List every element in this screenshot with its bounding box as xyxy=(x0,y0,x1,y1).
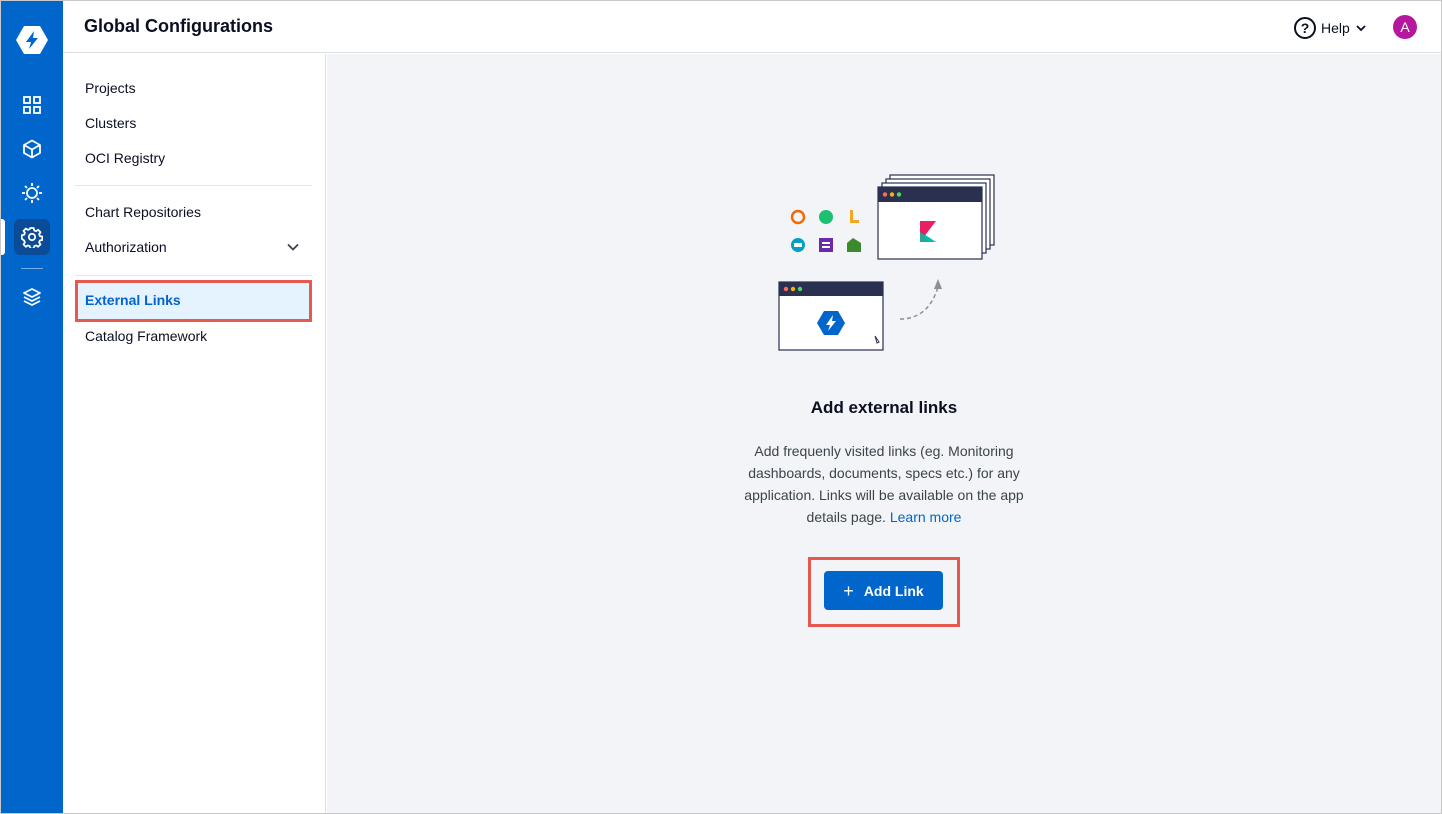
page-title: Global Configurations xyxy=(84,16,273,36)
learn-more-link[interactable]: Learn more xyxy=(890,509,962,525)
nav-active-marker xyxy=(1,219,5,255)
nav-charts[interactable] xyxy=(14,131,50,167)
external-links-illustration xyxy=(778,174,995,351)
settings-gear-icon xyxy=(21,227,43,248)
nav-stack-manager[interactable] xyxy=(14,279,50,315)
stack-layers-icon xyxy=(23,288,41,306)
chevron-down-icon xyxy=(1356,25,1366,32)
browser-stack xyxy=(877,174,995,260)
avatar[interactable]: A xyxy=(1393,15,1417,39)
empty-state-title: Add external links xyxy=(810,398,958,417)
nav-security[interactable] xyxy=(14,175,50,211)
highlight-external-links xyxy=(75,280,312,322)
applications-grid-icon xyxy=(23,96,41,114)
left-nav-rail xyxy=(1,1,63,813)
sidebar-divider xyxy=(75,275,312,276)
highlight-add-link xyxy=(808,557,960,627)
app-logo-icon[interactable] xyxy=(15,23,49,57)
sidebar-item-catalog-framework[interactable]: Catalog Framework xyxy=(85,328,207,344)
tool-logos xyxy=(790,209,861,252)
help-icon: ? xyxy=(1294,17,1316,39)
help-label: Help xyxy=(1321,20,1350,36)
nav-applications[interactable] xyxy=(14,87,50,123)
sidebar-divider xyxy=(75,185,312,186)
empty-state-description: Add frequenly visited links (eg. Monitor… xyxy=(729,440,1039,528)
chevron-down-icon[interactable] xyxy=(286,240,300,254)
sidebar-item-clusters[interactable]: Clusters xyxy=(85,115,136,131)
app-window xyxy=(778,281,884,351)
config-sidebar: Projects Clusters OCI Registry Chart Rep… xyxy=(63,54,326,813)
main-content: Add external links Add frequenly visited… xyxy=(327,54,1441,813)
empty-state-text: Add frequenly visited links (eg. Monitor… xyxy=(744,443,1024,525)
sidebar-item-chart-repositories[interactable]: Chart Repositories xyxy=(85,204,201,220)
help-menu[interactable]: ? Help xyxy=(1294,15,1367,41)
sidebar-item-projects[interactable]: Projects xyxy=(85,80,136,96)
rail-separator xyxy=(21,268,43,269)
charts-cube-icon xyxy=(23,139,41,159)
security-bug-icon xyxy=(22,183,42,203)
sidebar-item-oci-registry[interactable]: OCI Registry xyxy=(85,150,165,166)
nav-global-configurations[interactable] xyxy=(14,219,50,255)
sidebar-item-authorization[interactable]: Authorization xyxy=(85,239,167,255)
page-header: Global Configurations ? Help A xyxy=(63,1,1441,53)
